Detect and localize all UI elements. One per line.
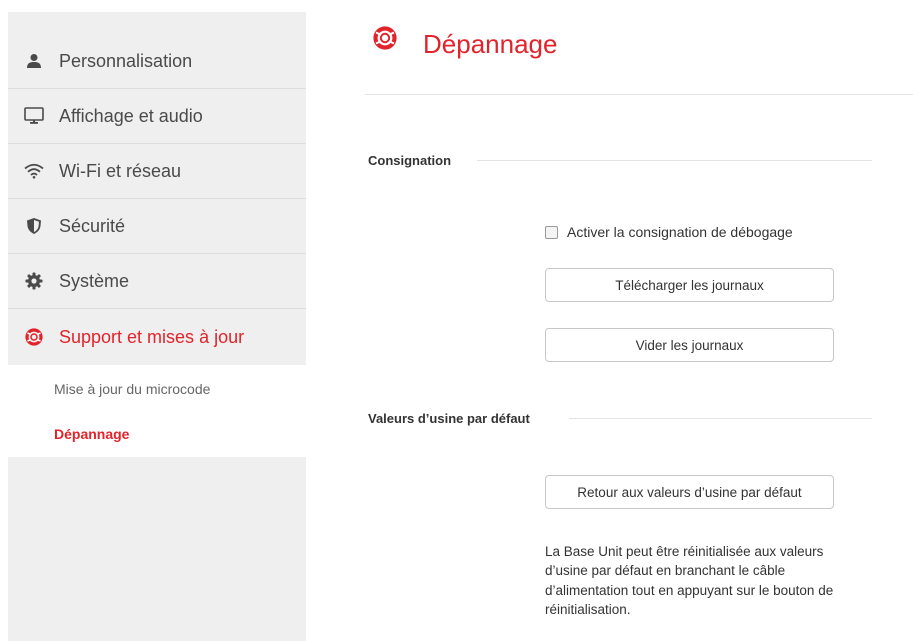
gear-icon bbox=[23, 270, 45, 292]
person-icon bbox=[23, 50, 45, 72]
title-divider bbox=[365, 94, 913, 95]
sidebar-item-label: Support et mises à jour bbox=[59, 326, 245, 347]
debug-logging-label[interactable]: Activer la consignation de débogage bbox=[567, 224, 793, 240]
lifebuoy-icon bbox=[373, 26, 397, 50]
factory-reset-button[interactable]: Retour aux valeurs d’usine par défaut bbox=[545, 475, 834, 509]
monitor-icon bbox=[23, 105, 45, 127]
sidebar-subitem-microcode[interactable]: Mise à jour du microcode bbox=[54, 381, 210, 397]
clear-logs-button[interactable]: Vider les journaux bbox=[545, 328, 834, 362]
sidebar-item-label: Affichage et audio bbox=[59, 105, 203, 126]
sidebar-subitem-depannage[interactable]: Dépannage bbox=[54, 426, 129, 442]
sidebar-item-affichage[interactable]: Affichage et audio bbox=[8, 89, 306, 144]
page-title: Dépannage bbox=[423, 29, 558, 59]
shield-icon bbox=[23, 215, 45, 237]
section-divider bbox=[477, 160, 872, 161]
download-logs-button[interactable]: Télécharger les journaux bbox=[545, 268, 834, 302]
sidebar-item-support[interactable]: Support et mises à jour bbox=[8, 310, 306, 364]
section-divider bbox=[569, 418, 872, 419]
sidebar-item-wifi[interactable]: Wi-Fi et réseau bbox=[8, 144, 306, 199]
section-title-logging: Consignation bbox=[368, 153, 452, 168]
sidebar-submenu: Mise à jour du microcode Dépannage bbox=[8, 365, 306, 457]
sidebar-item-label: Système bbox=[59, 270, 130, 291]
sidebar-item-securite[interactable]: Sécurité bbox=[8, 199, 306, 254]
sidebar-item-label: Wi-Fi et réseau bbox=[59, 160, 182, 181]
sidebar-item-systeme[interactable]: Système bbox=[8, 254, 306, 309]
sidebar-item-label: Sécurité bbox=[59, 215, 126, 236]
lifebuoy-icon bbox=[23, 326, 45, 348]
sidebar-item-personnalisation[interactable]: Personnalisation bbox=[8, 34, 306, 89]
section-title-factory: Valeurs d’usine par défaut bbox=[368, 411, 530, 426]
wifi-icon bbox=[23, 160, 45, 182]
sidebar: Personnalisation Affichage et audio Wi-F… bbox=[8, 12, 306, 641]
sidebar-item-label: Personnalisation bbox=[59, 50, 193, 71]
factory-reset-info-text: La Base Unit peut être réinitialisée aux… bbox=[545, 544, 834, 617]
debug-logging-checkbox[interactable] bbox=[545, 225, 558, 239]
debug-logging-row: Activer la consignation de débogage bbox=[545, 224, 793, 240]
